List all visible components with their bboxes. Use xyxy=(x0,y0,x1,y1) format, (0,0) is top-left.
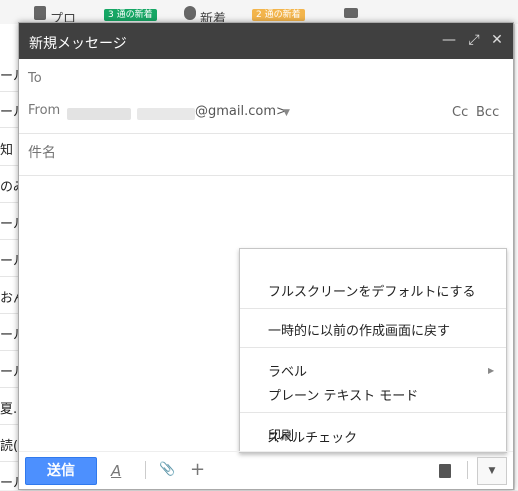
menu-item-default-fullscreen[interactable]: フルスクリーンをデフォルトにする xyxy=(268,281,475,300)
new-count-badge: 2 通の新着 xyxy=(252,9,305,21)
list-item[interactable]: おん xyxy=(0,287,20,306)
close-icon[interactable]: ✕ xyxy=(487,30,507,50)
trash-icon[interactable] xyxy=(439,464,451,478)
chevron-down-icon: ▼ xyxy=(488,466,496,476)
info-icon xyxy=(184,6,196,20)
from-email-redacted xyxy=(137,108,195,120)
from-email[interactable]: @gmail.com> xyxy=(195,104,287,119)
list-item[interactable]: 知・ xyxy=(0,139,20,158)
new-count-badge: 3 通の新着 xyxy=(104,9,157,21)
divider xyxy=(19,133,513,134)
tab-promotions[interactable]: プロ 3 通の新着 xyxy=(34,0,164,27)
menu-item-label[interactable]: ラベル xyxy=(268,361,307,380)
more-options-button[interactable]: ▼ xyxy=(477,457,507,485)
list-item[interactable]: 夏. xyxy=(0,398,20,417)
list-item[interactable]: ール xyxy=(0,250,20,269)
fullscreen-icon[interactable]: ⤢ xyxy=(464,30,484,50)
list-item[interactable]: ール xyxy=(0,324,20,343)
tag-icon xyxy=(34,6,46,20)
attach-icon[interactable]: 📎 xyxy=(159,462,175,477)
minimize-icon[interactable]: — xyxy=(439,30,459,50)
chevron-down-icon[interactable]: ▼ xyxy=(283,108,290,118)
send-button[interactable]: 送信 xyxy=(25,457,97,485)
list-item[interactable]: ール xyxy=(0,65,20,84)
formatting-icon[interactable]: A xyxy=(111,462,121,480)
subject-input[interactable] xyxy=(28,145,498,161)
list-item[interactable]: ール xyxy=(0,361,20,380)
list-item[interactable]: のみ xyxy=(0,176,20,195)
right-scroll-edge xyxy=(514,24,518,490)
from-email-redacted xyxy=(67,108,131,120)
menu-item-old-compose[interactable]: 一時的に以前の作成画面に戻す xyxy=(268,320,450,339)
insert-more-icon[interactable]: + xyxy=(190,459,205,480)
bcc-button[interactable]: Bcc xyxy=(476,105,499,120)
menu-item-spellcheck[interactable]: スペルチェック xyxy=(267,427,357,446)
menu-item-plain-text[interactable]: プレーン テキスト モード xyxy=(268,385,418,404)
to-row[interactable]: To xyxy=(19,59,513,91)
compose-title-bar: 新規メッセージ — ⤢ ✕ xyxy=(19,23,513,59)
inbox-list: ール ール 知・ のみ ール ール おん ール ール 夏. 読( ール xyxy=(0,24,20,491)
forum-icon xyxy=(344,8,358,18)
compose-title: 新規メッセージ xyxy=(29,36,127,52)
list-item[interactable]: ール xyxy=(0,101,20,120)
compose-window: 新規メッセージ — ⤢ ✕ To From @gmail.com> ▼ Cc B… xyxy=(18,22,514,490)
from-label: From xyxy=(28,103,61,118)
tab-updates[interactable]: 新着 2 通の新着 xyxy=(184,0,314,27)
compose-toolbar: 送信 A 📎 + ▼ xyxy=(19,451,513,490)
list-item[interactable]: 読( xyxy=(0,435,20,454)
to-label: To xyxy=(28,71,42,86)
tab-forums[interactable] xyxy=(344,0,404,24)
list-item[interactable]: ール xyxy=(0,472,20,491)
cc-button[interactable]: Cc xyxy=(452,105,468,120)
chevron-right-icon: ▶ xyxy=(488,366,495,375)
more-options-menu: フルスクリーンをデフォルトにする 一時的に以前の作成画面に戻す ラベル ▶ プレ… xyxy=(239,248,507,453)
list-item[interactable]: ール xyxy=(0,213,20,232)
